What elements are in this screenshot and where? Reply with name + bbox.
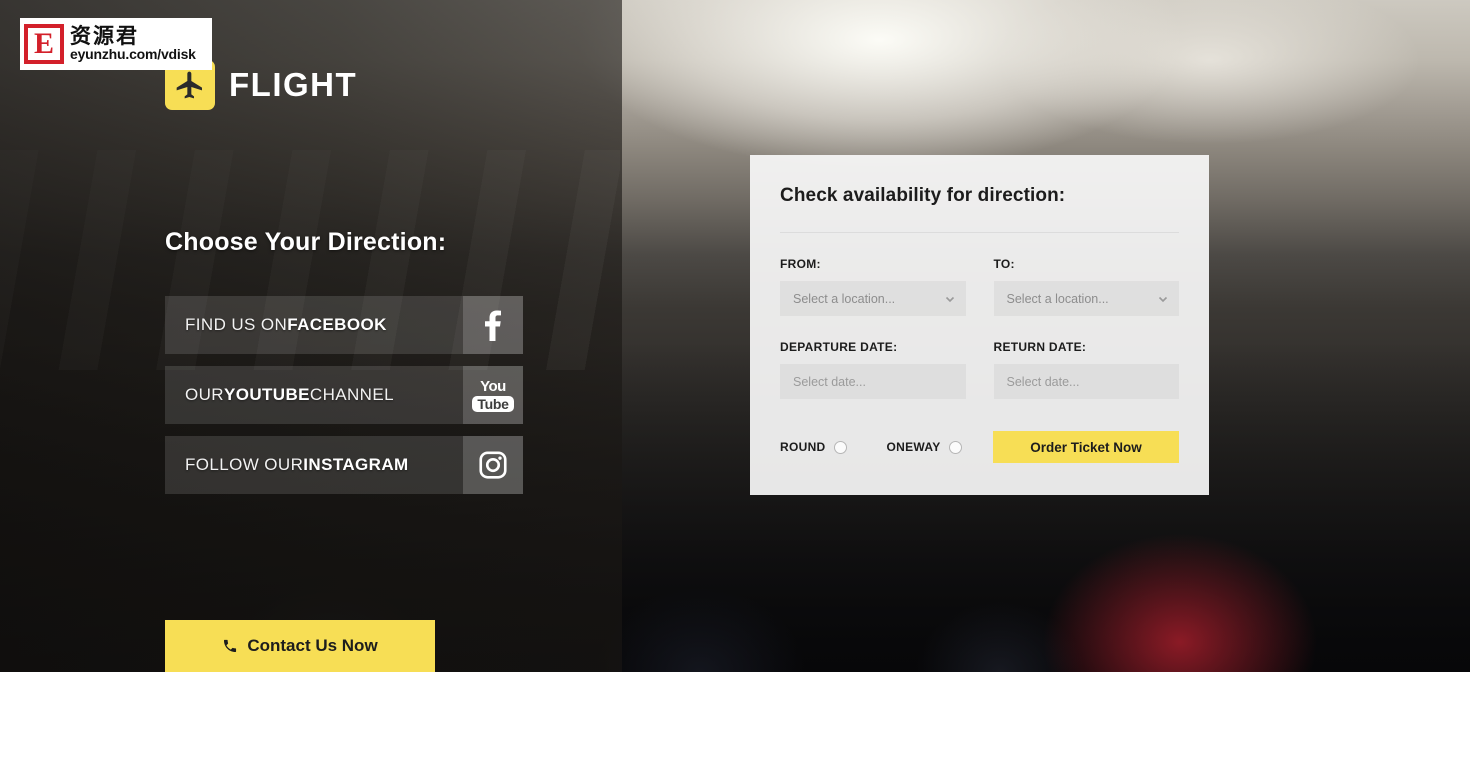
- departure-field-group: DEPARTURE DATE:: [780, 316, 966, 399]
- social-link-facebook[interactable]: FIND US ON FACEBOOK: [165, 296, 523, 354]
- social-label-prefix: FOLLOW OUR: [185, 455, 304, 474]
- contact-us-button-label: Contact Us Now: [247, 636, 378, 655]
- social-label-emphasis: YOUTUBE: [223, 385, 310, 404]
- round-trip-label: ROUND: [780, 440, 826, 454]
- return-date-input[interactable]: [993, 364, 1179, 399]
- social-link-label: FIND US ON FACEBOOK: [165, 296, 463, 354]
- booking-form-panel: Check availability for direction: FROM: …: [750, 155, 1209, 495]
- to-select-wrap: Select a location...: [993, 281, 1179, 316]
- to-label: TO:: [993, 257, 1015, 271]
- departure-date-label: DEPARTURE DATE:: [780, 340, 898, 354]
- social-label-prefix: FIND US ON: [185, 315, 288, 334]
- youtube-icon[interactable]: You Tube: [463, 366, 523, 424]
- watermark-url-text: eyunzhu.com/vdisk: [70, 46, 196, 63]
- departure-date-input[interactable]: [780, 364, 966, 399]
- youtube-you-text: You: [480, 377, 506, 395]
- order-ticket-button[interactable]: Order Ticket Now: [993, 431, 1179, 463]
- to-select[interactable]: Select a location...: [993, 281, 1179, 316]
- social-link-label: OUR YOUTUBE CHANNEL: [165, 366, 463, 424]
- watermark-badge: E 资源君 eyunzhu.com/vdisk: [20, 18, 212, 70]
- return-field-group: RETURN DATE:: [993, 316, 1179, 399]
- brand-name: FLIGHT: [229, 66, 358, 103]
- oneway-trip-radio[interactable]: [948, 440, 962, 454]
- social-link-instagram[interactable]: FOLLOW OUR INSTAGRAM: [165, 436, 523, 494]
- location-field-grid: FROM: Select a location... TO: Select a …: [780, 233, 1179, 316]
- social-link-label: FOLLOW OUR INSTAGRAM: [165, 436, 463, 494]
- round-trip-radio[interactable]: [833, 440, 847, 454]
- from-select-wrap: Select a location...: [780, 281, 966, 316]
- social-link-youtube[interactable]: OUR YOUTUBE CHANNEL You Tube: [165, 366, 523, 424]
- watermark-text: 资源君 eyunzhu.com/vdisk: [70, 25, 196, 62]
- social-label-suffix: CHANNEL: [309, 385, 394, 404]
- from-label: FROM:: [780, 257, 821, 271]
- youtube-logo-mark: You Tube: [472, 377, 514, 412]
- oneway-trip-group[interactable]: ONEWAY: [887, 440, 962, 454]
- social-label-emphasis: INSTAGRAM: [303, 455, 409, 474]
- phone-icon: [224, 639, 237, 652]
- page-title: Choose Your Direction:: [165, 228, 447, 256]
- watermark-e-logo-icon: E: [24, 24, 64, 64]
- from-field-group: FROM: Select a location...: [780, 233, 966, 316]
- trip-type-and-submit-row: ROUND ONEWAY Order Ticket Now: [780, 431, 1179, 463]
- to-field-group: TO: Select a location...: [993, 233, 1179, 316]
- youtube-tube-text: Tube: [472, 395, 514, 412]
- oneway-trip-label: ONEWAY: [886, 440, 941, 454]
- watermark-chinese-text: 资源君: [70, 24, 139, 49]
- date-field-grid: DEPARTURE DATE: RETURN DATE:: [780, 316, 1179, 399]
- social-links-list: FIND US ON FACEBOOK OUR YOUTUBE CHANNEL …: [165, 296, 523, 506]
- social-label-prefix: OUR: [185, 385, 224, 404]
- contact-us-button[interactable]: Contact Us Now: [165, 620, 435, 672]
- instagram-icon[interactable]: [463, 436, 523, 494]
- from-select[interactable]: Select a location...: [780, 281, 966, 316]
- return-date-label: RETURN DATE:: [993, 340, 1087, 354]
- round-trip-group[interactable]: ROUND: [780, 440, 847, 454]
- facebook-icon[interactable]: [463, 296, 523, 354]
- booking-form-title: Check availability for direction:: [780, 185, 1066, 206]
- social-label-emphasis: FACEBOOK: [287, 315, 387, 334]
